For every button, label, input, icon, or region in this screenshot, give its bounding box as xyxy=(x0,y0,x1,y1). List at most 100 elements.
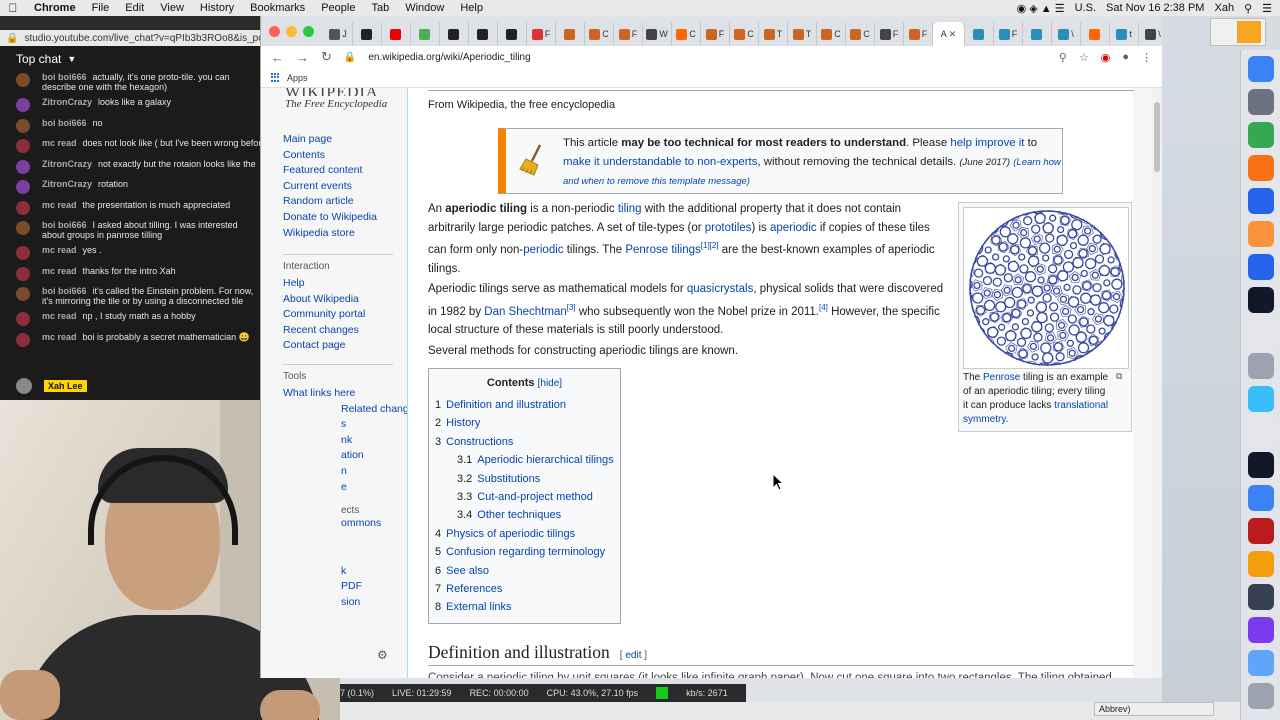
toc-item[interactable]: 8 External links xyxy=(435,598,620,616)
chat-author[interactable]: ZitronCrazy xyxy=(42,179,92,189)
sidebar-item-nav-5[interactable]: Donate to Wikipedia xyxy=(283,210,377,226)
help-improve-link[interactable]: help improve it xyxy=(950,137,1024,149)
tab[interactable]: W xyxy=(643,22,672,46)
extension-icon[interactable]: ◉ xyxy=(1101,51,1111,64)
search-icon[interactable]: ⚲ xyxy=(1244,2,1252,15)
scroll-thumb[interactable] xyxy=(1154,102,1160,172)
sidebar-item-nav-1[interactable]: Contents xyxy=(283,148,377,164)
avatar[interactable] xyxy=(16,312,30,326)
lock-icon[interactable]: 🔒 xyxy=(344,52,356,63)
toc-item[interactable]: 4 Physics of aperiodic tilings xyxy=(435,525,620,543)
chat-author[interactable]: mc read xyxy=(42,332,77,342)
chat-message[interactable]: mc read thanks for the intro Xah xyxy=(16,266,260,287)
toc-link[interactable]: Aperiodic hierarchical tilings xyxy=(477,454,613,466)
chat-message[interactable]: mc read does not look like ( but I've bee… xyxy=(16,138,260,159)
tab[interactable] xyxy=(498,22,527,46)
tab[interactable] xyxy=(353,22,382,46)
notes-icon[interactable] xyxy=(1247,551,1274,577)
menu-list-icon[interactable]: ☰ xyxy=(1262,2,1272,15)
menu-window[interactable]: Window xyxy=(397,2,452,14)
menu-bookmarks[interactable]: Bookmarks xyxy=(242,2,313,14)
gimp-icon[interactable] xyxy=(1247,584,1274,610)
chat-author[interactable]: mc read xyxy=(42,138,77,148)
toc-link[interactable]: Other techniques xyxy=(477,509,561,521)
zoom-window-icon[interactable] xyxy=(303,25,314,37)
chat-author[interactable]: ZitronCrazy xyxy=(42,97,92,107)
tab[interactable] xyxy=(440,22,469,46)
avatar[interactable] xyxy=(16,98,30,112)
tab[interactable]: C xyxy=(585,22,614,46)
yt-urlbar[interactable]: 🔒 studio.youtube.com/live_chat?v=qPIb3b3… xyxy=(0,30,260,46)
apple-menu-icon[interactable]:  xyxy=(0,1,26,15)
sidebar-item-tools-1[interactable]: Related changes xyxy=(283,402,420,418)
toc-item[interactable]: 6 See also xyxy=(435,562,620,580)
toc-link[interactable]: External links xyxy=(446,601,511,613)
more-menu-icon[interactable]: ⋮ xyxy=(1141,51,1152,64)
address-bar[interactable]: en.wikipedia.org/wiki/Aperiodic_tiling xyxy=(368,52,1046,63)
chat-author[interactable]: mc read xyxy=(42,311,77,321)
menu-tab[interactable]: Tab xyxy=(363,2,397,14)
abbrev-field[interactable]: Abbrev) xyxy=(1094,702,1214,716)
bookmark-apps[interactable]: Apps xyxy=(287,73,308,83)
input-source[interactable]: U.S. xyxy=(1075,2,1096,14)
menu-people[interactable]: People xyxy=(313,2,363,14)
toc-link[interactable]: Constructions xyxy=(446,436,513,448)
toc-item[interactable]: 3.3 Cut-and-project method xyxy=(435,488,620,506)
tab[interactable]: F xyxy=(994,22,1023,46)
citation[interactable]: [1][2] xyxy=(701,241,719,250)
tab-active[interactable]: A ✕ xyxy=(933,22,965,46)
obs-icon[interactable] xyxy=(1247,452,1274,478)
toc-item[interactable]: 3.1 Aperiodic hierarchical tilings xyxy=(435,451,620,469)
sidebar-item-nav-4[interactable]: Random article xyxy=(283,194,377,210)
tab[interactable]: J xyxy=(324,22,353,46)
tab[interactable]: F xyxy=(527,22,556,46)
toc-link[interactable]: Physics of aperiodic tilings xyxy=(446,528,575,540)
bookmark-star-icon[interactable]: ☆ xyxy=(1079,51,1089,64)
link-quasicrystals[interactable]: quasicrystals xyxy=(687,283,753,295)
minimize-window-icon[interactable] xyxy=(286,25,297,37)
tab[interactable] xyxy=(469,22,498,46)
folder-icon[interactable] xyxy=(1247,650,1274,676)
menu-history[interactable]: History xyxy=(192,2,242,14)
tab[interactable]: T xyxy=(759,22,788,46)
edge-icon[interactable] xyxy=(1247,485,1274,511)
tab[interactable] xyxy=(1023,22,1052,46)
edit-link[interactable]: edit xyxy=(625,650,641,661)
link-penrose-tilings[interactable]: Penrose tilings xyxy=(625,244,700,256)
tab[interactable]: \ xyxy=(1052,22,1081,46)
penrose-tiling-image[interactable] xyxy=(963,207,1129,369)
chat-mode-dropdown[interactable]: Top chat ▼ xyxy=(0,46,260,72)
tab[interactable]: F xyxy=(614,22,643,46)
zoom-icon[interactable]: ⚲ xyxy=(1059,51,1067,64)
chat-message[interactable]: mc read boi is probably a secret mathemat… xyxy=(16,332,260,353)
tab[interactable]: C xyxy=(672,22,701,46)
avatar[interactable] xyxy=(16,221,30,235)
toc-item[interactable]: 3 Constructions xyxy=(435,433,620,451)
link-tiling[interactable]: tiling xyxy=(618,203,642,215)
link-dan-shechtman[interactable]: Dan Shechtman xyxy=(484,306,566,318)
finder-icon[interactable] xyxy=(1247,56,1274,82)
chat-message[interactable]: mc read np , I study math as a hobby xyxy=(16,311,260,332)
chat-author[interactable]: boi boi666 xyxy=(42,220,87,230)
chat-author[interactable]: boi boi666 xyxy=(42,72,87,82)
clock[interactable]: Sat Nov 16 2:38 PM xyxy=(1106,2,1204,14)
tab[interactable]: C xyxy=(846,22,875,46)
activity-icon[interactable] xyxy=(1247,386,1274,412)
sidebar-item-nav-3[interactable]: Current events xyxy=(283,179,377,195)
toc-hide-toggle[interactable]: [hide] xyxy=(538,378,562,389)
settings-gear-icon[interactable]: ⚙ xyxy=(377,648,388,662)
menu-file[interactable]: File xyxy=(84,2,118,14)
link-aperiodic[interactable]: aperiodic xyxy=(770,222,817,234)
avatar[interactable] xyxy=(16,287,30,301)
emacs-icon[interactable] xyxy=(1247,617,1274,643)
system-prefs-icon[interactable] xyxy=(1247,353,1274,379)
enlarge-icon[interactable]: ⧉ xyxy=(1116,371,1122,382)
toc-item[interactable]: 3.2 Substitutions xyxy=(435,470,620,488)
chat-author[interactable]: mc read xyxy=(42,266,77,276)
toc-link[interactable]: References xyxy=(446,583,502,595)
tab[interactable] xyxy=(382,22,411,46)
chat-message[interactable]: boi boi666 no xyxy=(16,118,260,139)
sidebar-item-interaction-2[interactable]: Community portal xyxy=(283,307,393,323)
menu-edit[interactable]: Edit xyxy=(117,2,152,14)
toc-link[interactable]: Confusion regarding terminology xyxy=(446,546,605,558)
